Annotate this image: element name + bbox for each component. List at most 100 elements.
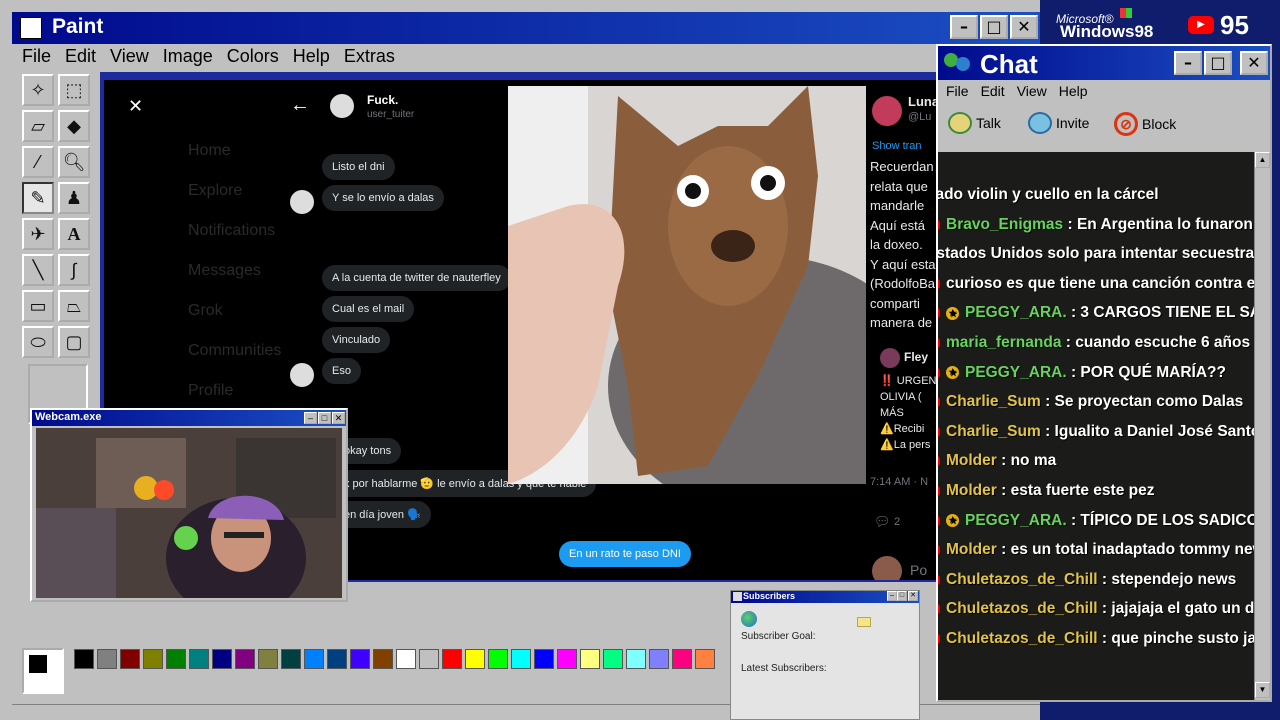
chat-scrollbar[interactable]: ▲ ▼ (1254, 152, 1270, 700)
chat-username[interactable]: Molder (946, 452, 997, 469)
webcam-window[interactable]: Webcam.exe – □ ✕ (30, 408, 348, 602)
menu-view[interactable]: View (110, 44, 149, 68)
chat-menu-view[interactable]: View (1017, 80, 1047, 102)
chat-title-bar[interactable]: Chat – □ ✕ (938, 46, 1270, 80)
paint-title-bar[interactable]: Paint – □ ✕ (12, 12, 1040, 44)
chat-username[interactable]: Chuletazos_de_Chill (946, 571, 1098, 588)
subscribers-title-bar[interactable]: Subscribers – □ ✕ (731, 591, 919, 603)
color-swatch[interactable] (649, 649, 669, 669)
color-swatch[interactable] (695, 649, 715, 669)
maximize-button[interactable]: □ (318, 412, 331, 424)
show-translation-link[interactable]: Show tran (872, 140, 922, 152)
close-button[interactable]: ✕ (1010, 15, 1038, 39)
close-button[interactable]: ✕ (1240, 51, 1268, 75)
minimize-button[interactable]: – (950, 15, 978, 39)
color-swatch[interactable] (235, 649, 255, 669)
reply-icon[interactable]: 💬︎ (874, 514, 891, 530)
color-swatch[interactable] (672, 649, 692, 669)
quoted-tweet[interactable]: Fley ‼️ URGEN OLIVIA ( MÁS ⚠️Recibi ⚠️La… (870, 342, 940, 462)
talk-button[interactable]: Talk (948, 112, 1001, 134)
free-select-icon[interactable]: ✧ (22, 74, 54, 106)
rect-select-icon[interactable]: ⬚ (58, 74, 90, 106)
color-swatch[interactable] (304, 649, 324, 669)
menu-extras[interactable]: Extras (344, 44, 395, 68)
color-swatch[interactable] (350, 649, 370, 669)
color-swatch[interactable] (258, 649, 278, 669)
color-swatch[interactable] (534, 649, 554, 669)
color-swatch[interactable] (396, 649, 416, 669)
color-swatch[interactable] (373, 649, 393, 669)
chat-message: ★PEGGY_ARA. : 3 CARGOS TIENE EL SADICO (938, 304, 1254, 322)
scroll-up-button[interactable]: ▲ (1255, 152, 1270, 168)
color-swatch[interactable] (465, 649, 485, 669)
polygon-icon[interactable]: ⏢ (58, 290, 90, 322)
minimize-button[interactable]: – (1174, 51, 1202, 75)
color-swatch[interactable] (97, 649, 117, 669)
chat-menu-file[interactable]: File (946, 80, 969, 102)
chat-menu-edit[interactable]: Edit (981, 80, 1005, 102)
chat-username[interactable]: PEGGY_ARA. (965, 364, 1067, 381)
color-swatch[interactable] (603, 649, 623, 669)
rounded-rect-icon[interactable]: ▢ (58, 326, 90, 358)
invite-button[interactable]: Invite (1028, 112, 1089, 134)
ellipse-icon[interactable]: ⬭ (22, 326, 54, 358)
chat-username[interactable]: Molder (946, 541, 997, 558)
chat-username[interactable]: Bravo_Enigmas (946, 216, 1063, 233)
color-swatch[interactable] (74, 649, 94, 669)
magnifier-icon[interactable]: 🔍︎ (58, 146, 90, 178)
chat-username[interactable]: PEGGY_ARA. (965, 512, 1067, 529)
color-swatch[interactable] (212, 649, 232, 669)
chat-username[interactable]: Chuletazos_de_Chill (946, 600, 1098, 617)
color-swatch[interactable] (281, 649, 301, 669)
scroll-down-button[interactable]: ▼ (1255, 682, 1270, 698)
line-icon[interactable]: ╲ (22, 254, 54, 286)
close-button[interactable]: ✕ (908, 591, 918, 601)
block-button[interactable]: ⊘ Block (1114, 112, 1176, 136)
minimize-button[interactable]: – (304, 412, 317, 424)
color-swatch[interactable] (557, 649, 577, 669)
color-swatch[interactable] (511, 649, 531, 669)
minimize-button[interactable]: – (887, 591, 897, 601)
subscribers-window[interactable]: Subscribers – □ ✕ Subscriber Goal: Lates… (730, 590, 920, 720)
brush-icon[interactable]: ♟ (58, 182, 90, 214)
color-swatch[interactable] (626, 649, 646, 669)
text-tool-icon[interactable]: A (58, 218, 90, 250)
maximize-button[interactable]: □ (1204, 51, 1232, 75)
color-swatch[interactable] (120, 649, 140, 669)
color-swatch[interactable] (442, 649, 462, 669)
color-swatch[interactable] (419, 649, 439, 669)
color-swatch[interactable] (580, 649, 600, 669)
chat-username[interactable]: Molder (946, 482, 997, 499)
chat-username[interactable]: Chuletazos_de_Chill (946, 630, 1098, 647)
airbrush-icon[interactable]: ✈ (22, 218, 54, 250)
chat-username[interactable]: maria_fernanda (946, 334, 1061, 351)
chat-window[interactable]: Chat – □ ✕ File Edit View Help Talk Invite … (936, 44, 1272, 702)
close-button[interactable]: ✕ (332, 412, 345, 424)
chat-menu-help[interactable]: Help (1059, 80, 1088, 102)
color-swatch[interactable] (166, 649, 186, 669)
current-colors[interactable] (22, 648, 64, 694)
eyedropper-icon[interactable]: ⁄ (22, 146, 54, 178)
menu-help[interactable]: Help (293, 44, 330, 68)
curve-icon[interactable]: ∫ (58, 254, 90, 286)
maximize-button[interactable]: □ (897, 591, 907, 601)
color-swatch[interactable] (488, 649, 508, 669)
menu-edit[interactable]: Edit (65, 44, 96, 68)
webcam-title-bar[interactable]: Webcam.exe – □ ✕ (32, 410, 346, 426)
color-swatch[interactable] (327, 649, 347, 669)
chat-username[interactable]: Charlie_Sum (946, 423, 1041, 440)
chat-username[interactable]: PEGGY_ARA. (965, 304, 1067, 321)
rectangle-icon[interactable]: ▭ (22, 290, 54, 322)
fill-bucket-icon[interactable]: ◆ (58, 110, 90, 142)
eraser-icon[interactable]: ▱ (22, 110, 54, 142)
chat-username[interactable]: Charlie_Sum (946, 393, 1041, 410)
webcam-feed (36, 428, 342, 598)
dog-photo[interactable] (508, 86, 872, 484)
menu-image[interactable]: Image (163, 44, 213, 68)
menu-colors[interactable]: Colors (227, 44, 279, 68)
menu-file[interactable]: File (22, 44, 51, 68)
color-swatch[interactable] (143, 649, 163, 669)
pencil-icon[interactable]: ✎ (22, 182, 54, 214)
maximize-button[interactable]: □ (980, 15, 1008, 39)
color-swatch[interactable] (189, 649, 209, 669)
